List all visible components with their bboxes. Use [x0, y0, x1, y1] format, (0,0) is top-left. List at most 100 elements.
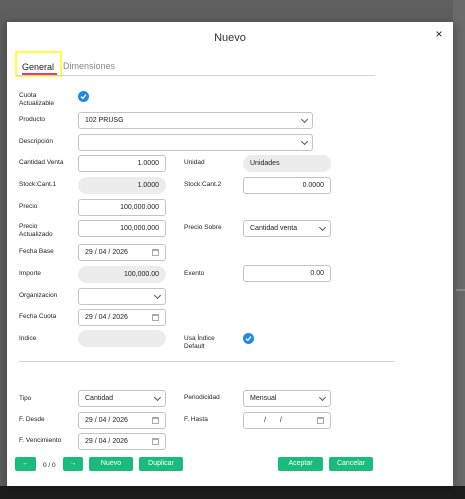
f-hasta-label: F. Hasta: [184, 416, 208, 423]
tab-dimensiones[interactable]: Dimensiones: [63, 61, 115, 71]
date-separator: /: [94, 417, 97, 424]
date-separator: /: [108, 417, 111, 424]
chevron-down-icon: [300, 115, 309, 124]
producto-value: 102 PRUSG: [85, 117, 124, 124]
descripcion-select[interactable]: [78, 134, 313, 151]
date-day: 29: [85, 438, 93, 445]
arrow-right-icon: →: [69, 460, 77, 467]
indice-field: [78, 330, 166, 347]
date-separator: /: [264, 417, 266, 424]
date-month: 04: [98, 417, 107, 424]
date-year: 2026: [112, 314, 128, 321]
usa-indice-default-label: Usa Índice Default: [184, 335, 215, 350]
exento-label: Exento: [184, 270, 205, 277]
precio-input[interactable]: 100,000.000: [78, 199, 166, 216]
section-divider: [19, 361, 395, 362]
precio-label: Precio: [19, 203, 38, 210]
tipo-value: Cantidad: [85, 395, 114, 402]
importe-label: Importe: [19, 270, 42, 277]
chevron-down-icon: [318, 223, 327, 232]
date-separator: /: [94, 314, 97, 321]
checkmark-icon: [245, 336, 252, 342]
dialog-title: Nuevo: [214, 32, 246, 44]
backdrop-dash-icon: [456, 289, 465, 297]
precio-actualizado-label: Precio Actualizado: [19, 223, 53, 238]
checkmark-icon: [80, 94, 87, 100]
unidad-field: Unidades: [243, 155, 331, 172]
importe-field: 100,000.00: [78, 266, 166, 283]
precio-actualizado-input[interactable]: 100,000.000: [78, 220, 166, 237]
usa-indice-default-checkbox[interactable]: [243, 333, 254, 344]
nuevo-dialog: Nuevo × General Dimensiones Cuota Actual…: [7, 22, 453, 486]
unidad-label: Unidad: [184, 159, 205, 166]
tab-general-label: General: [22, 62, 55, 72]
close-icon[interactable]: ×: [432, 27, 446, 41]
fecha-base-label: Fecha Base: [19, 248, 54, 255]
f-desde-label: F. Desde: [19, 416, 45, 423]
tab-general[interactable]: General: [15, 51, 62, 77]
chevron-down-icon: [153, 291, 162, 300]
stock-cant2-label: Stock:Cant.2: [184, 181, 222, 188]
tipo-select[interactable]: Cantidad: [78, 390, 166, 407]
calendar-icon[interactable]: [152, 438, 159, 445]
exento-input[interactable]: 0.00: [243, 265, 331, 282]
chevron-down-icon: [318, 393, 327, 402]
nuevo-button[interactable]: Nuevo: [89, 457, 133, 471]
organizacion-select[interactable]: [78, 288, 166, 305]
fecha-cuota-label: Fecha Cuota: [19, 313, 57, 320]
date-day: 29: [85, 249, 93, 256]
date-day: 29: [85, 417, 93, 424]
f-hasta-date[interactable]: / /: [243, 412, 331, 429]
producto-label: Producto: [19, 116, 46, 123]
date-day: 29: [85, 314, 93, 321]
cuota-actualizable-checkbox[interactable]: [78, 91, 89, 102]
f-vencimiento-date[interactable]: 29 / 04 / 2026: [78, 433, 166, 450]
tabs-divider: [16, 75, 375, 76]
backdrop-right: [453, 0, 465, 499]
periodicidad-select[interactable]: Mensual: [243, 390, 331, 407]
duplicar-button[interactable]: Duplicar: [139, 457, 183, 471]
date-month: 04: [98, 438, 107, 445]
date-separator: /: [94, 438, 97, 445]
date-separator: /: [108, 314, 111, 321]
stock-cant1-field: 1.0000: [78, 177, 166, 194]
aceptar-button[interactable]: Aceptar: [278, 457, 323, 471]
date-year: 2026: [112, 417, 128, 424]
date-separator: /: [108, 438, 111, 445]
fecha-base-date[interactable]: 29 / 04 / 2026: [78, 244, 166, 261]
cantidad-venta-label: Cantidad Venta: [19, 159, 64, 166]
indice-label: Indice: [19, 335, 37, 342]
stock-cant2-input[interactable]: 0.0000: [243, 177, 331, 194]
arrow-left-icon: ←: [22, 460, 29, 467]
f-desde-date[interactable]: 29 / 04 / 2026: [78, 412, 166, 429]
chevron-down-icon: [300, 137, 309, 146]
tipo-label: Tipo: [19, 395, 32, 402]
calendar-icon[interactable]: [317, 417, 324, 424]
cantidad-venta-input[interactable]: 1.0000: [78, 155, 166, 172]
date-separator: /: [108, 249, 111, 256]
date-month: 04: [98, 314, 107, 321]
calendar-icon[interactable]: [152, 249, 159, 256]
calendar-icon[interactable]: [152, 314, 159, 321]
date-separator: /: [279, 417, 282, 424]
producto-select[interactable]: 102 PRUSG: [78, 112, 313, 129]
prev-record-button[interactable]: ←: [15, 457, 36, 471]
next-record-button[interactable]: →: [63, 457, 83, 471]
calendar-icon[interactable]: [152, 417, 159, 424]
cuota-actualizable-label: Cuota Actualizable: [19, 92, 55, 107]
cancelar-button[interactable]: Cancelar: [329, 457, 373, 471]
f-vencimiento-label: F. Vencimiento: [19, 437, 62, 444]
periodicidad-value: Mensual: [250, 395, 277, 402]
organizacion-label: Organizacion: [19, 292, 58, 299]
periodicidad-label: Periodicidad: [184, 394, 220, 401]
descripcion-label: Descripción: [19, 138, 53, 145]
fecha-cuota-date[interactable]: 29 / 04 / 2026: [78, 309, 166, 326]
date-month: 04: [98, 249, 107, 256]
precio-sobre-label: Precio Sobre: [184, 224, 222, 231]
chevron-down-icon: [153, 393, 162, 402]
date-year: 2026: [112, 249, 128, 256]
stock-cant1-label: Stock:Cant.1: [19, 181, 57, 188]
record-counter: 0 / 0: [43, 462, 56, 469]
precio-sobre-select[interactable]: Cantidad venta: [243, 220, 331, 237]
backdrop-bottom-bar: [0, 486, 465, 499]
